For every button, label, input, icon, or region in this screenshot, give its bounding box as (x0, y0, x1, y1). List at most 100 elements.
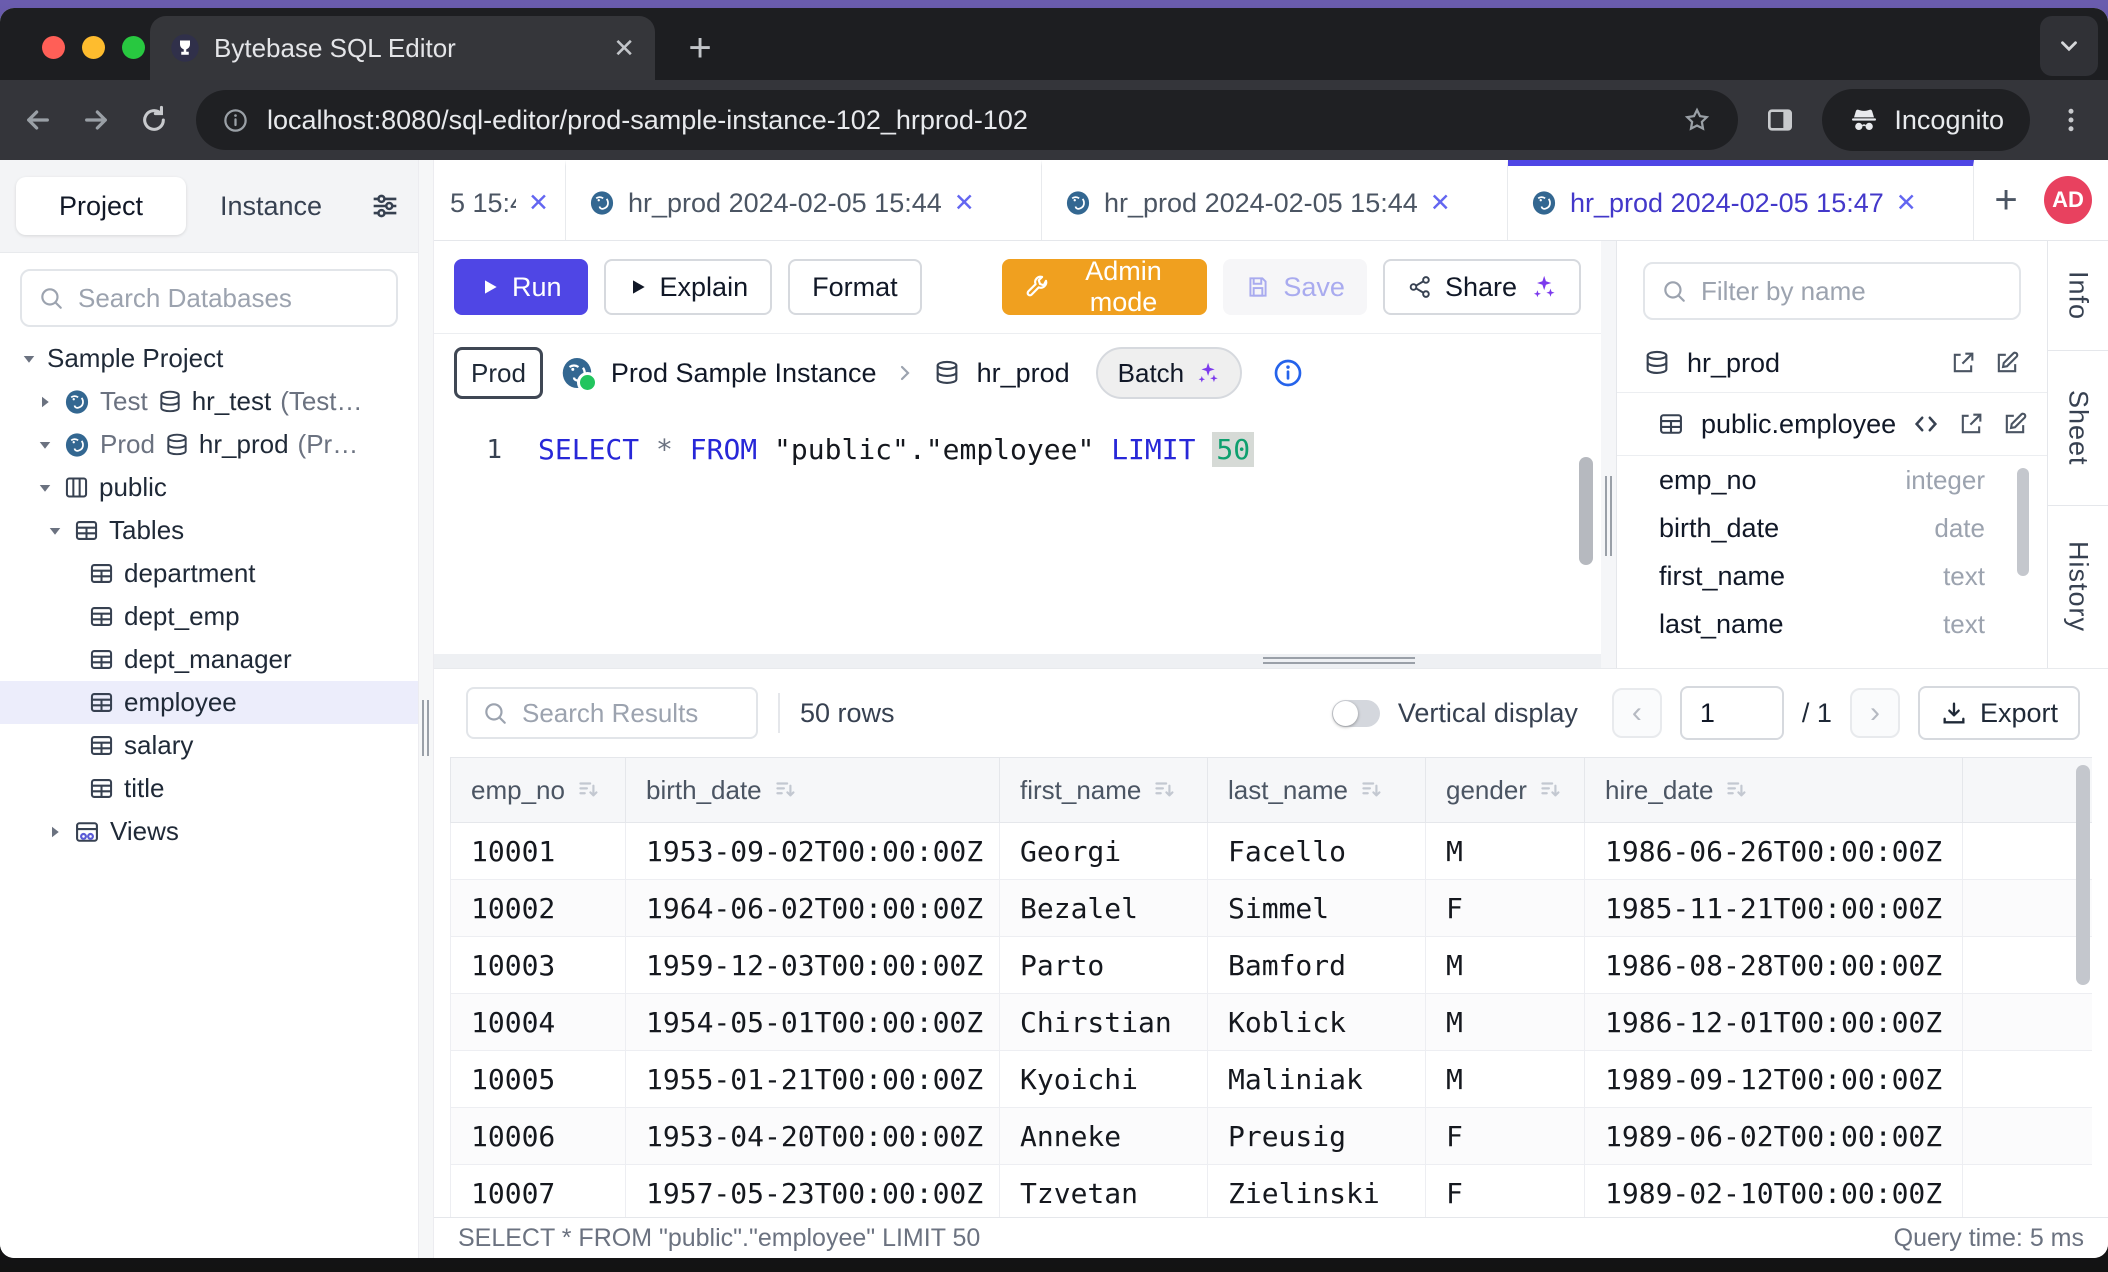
panel-table-row[interactable]: public.employee (1617, 393, 2047, 456)
schema-column-last_name[interactable]: last_nametext (1617, 600, 2047, 648)
caret-down-icon[interactable] (36, 436, 54, 454)
results-search-input[interactable] (520, 697, 742, 730)
tree-group-tables[interactable]: Tables (0, 509, 418, 552)
column-header-hire_date[interactable]: hire_date (1584, 758, 1962, 822)
edit-icon[interactable] (1993, 349, 2021, 377)
browser-menu-icon[interactable] (2056, 105, 2086, 135)
editor-tab-2[interactable]: hr_prod 2024-02-05 15:44 ✕ (566, 160, 1042, 240)
tab-history[interactable]: History (2048, 506, 2108, 668)
new-sheet-button[interactable]: + (1974, 160, 2038, 240)
format-button[interactable]: Format (788, 259, 922, 315)
caret-down-icon[interactable] (36, 479, 54, 497)
editor-scrollbar[interactable] (1579, 457, 1593, 565)
save-button[interactable]: Save (1223, 259, 1367, 315)
sql-code-line[interactable]: SELECT * FROM "public"."employee" LIMIT … (538, 428, 1254, 472)
database-search[interactable] (20, 269, 398, 327)
tab-sheet[interactable]: Sheet (2048, 351, 2108, 506)
sidebar-table-department[interactable]: department (0, 552, 418, 595)
vertical-display-toggle[interactable] (1332, 700, 1380, 727)
results-search[interactable] (466, 687, 758, 739)
sidebar-table-title[interactable]: title (0, 767, 418, 810)
info-circle-icon[interactable] (1272, 357, 1304, 389)
tree-database-hr-prod[interactable]: Prod hr_prod (Pr… (0, 423, 418, 466)
page-input[interactable] (1680, 686, 1784, 740)
results-scrollbar[interactable] (2076, 765, 2090, 985)
schema-filter[interactable] (1643, 262, 2021, 320)
window-zoom-button[interactable] (122, 36, 145, 59)
panel-database-row[interactable]: hr_prod (1617, 334, 2047, 393)
close-icon[interactable]: ✕ (954, 191, 975, 216)
sidebar-table-dept_manager[interactable]: dept_manager (0, 638, 418, 681)
tab-info[interactable]: Info (2048, 241, 2108, 351)
sidebar-table-salary[interactable]: salary (0, 724, 418, 767)
explain-button[interactable]: Explain (604, 259, 773, 315)
column-header-gender[interactable]: gender (1425, 758, 1584, 822)
bookmark-star-icon[interactable] (1682, 105, 1712, 135)
schema-column-birth_date[interactable]: birth_datedate (1617, 504, 2047, 552)
panel-scrollbar[interactable] (2017, 468, 2029, 576)
results-resize-handle[interactable] (434, 654, 1601, 668)
editor-tab-3[interactable]: hr_prod 2024-02-05 15:44 ✕ (1042, 160, 1508, 240)
database-name[interactable]: hr_prod (977, 358, 1070, 389)
query-time: Query time: 5 ms (1894, 1224, 2084, 1253)
database-icon (933, 359, 961, 387)
sidebar-table-employee[interactable]: employee (0, 681, 418, 724)
address-bar[interactable]: localhost:8080/sql-editor/prod-sample-in… (196, 90, 1738, 150)
batch-button[interactable]: Batch (1096, 347, 1243, 399)
schema-column-emp_no[interactable]: emp_nointeger (1617, 456, 2047, 504)
tree-group-views[interactable]: Views (0, 810, 418, 853)
schema-filter-input[interactable] (1699, 275, 2003, 308)
admin-mode-button[interactable]: Admin mode (1002, 259, 1208, 315)
caret-down-icon[interactable] (46, 522, 64, 540)
caret-right-icon[interactable] (46, 823, 64, 841)
editor-tab-1[interactable]: 5 15:44 ✕ (434, 160, 566, 240)
close-icon[interactable]: ✕ (528, 191, 549, 216)
results-body: 100011953-09-02T00:00:00ZGeorgiFacelloM1… (450, 823, 2092, 1217)
browser-tab[interactable]: Bytebase SQL Editor ✕ (150, 16, 655, 80)
database-search-input[interactable] (76, 282, 380, 315)
browser-tab-close-icon[interactable]: ✕ (613, 35, 635, 61)
tree-database-hr-test[interactable]: Test hr_test (Test… (0, 380, 418, 423)
back-icon[interactable] (22, 104, 54, 136)
external-link-icon[interactable] (1957, 410, 1985, 438)
export-button[interactable]: Export (1918, 686, 2080, 740)
instance-name[interactable]: Prod Sample Instance (611, 358, 877, 389)
panel-resize-handle[interactable] (1601, 241, 1616, 668)
schema-column-first_name[interactable]: first_nametext (1617, 552, 2047, 600)
close-icon[interactable]: ✕ (1896, 191, 1917, 216)
site-info-icon[interactable] (222, 107, 249, 134)
reload-icon[interactable] (138, 104, 170, 136)
column-header-first_name[interactable]: first_name (999, 758, 1207, 822)
sidebar-resize-handle[interactable] (418, 160, 434, 1258)
column-header-last_name[interactable]: last_name (1207, 758, 1425, 822)
prev-page-button[interactable]: ‹ (1612, 688, 1662, 738)
tree-project[interactable]: Sample Project (0, 337, 418, 380)
tab-search-button[interactable] (2040, 16, 2098, 76)
run-button[interactable]: Run (454, 259, 588, 315)
sql-editor[interactable]: 1 SELECT * FROM "public"."employee" LIMI… (434, 412, 1601, 654)
window-minimize-button[interactable] (82, 36, 105, 59)
share-button[interactable]: Share (1383, 259, 1581, 315)
column-header-birth_date[interactable]: birth_date (625, 758, 999, 822)
column-header-emp_no[interactable]: emp_no (450, 758, 625, 822)
tab-instance[interactable]: Instance (190, 177, 352, 235)
new-tab-button[interactable]: + (678, 28, 722, 68)
edit-icon[interactable] (2001, 410, 2029, 438)
caret-down-icon[interactable] (20, 350, 38, 368)
close-icon[interactable]: ✕ (1430, 191, 1451, 216)
tree-schema-public[interactable]: public (0, 466, 418, 509)
views-icon (73, 818, 101, 846)
database-icon (157, 389, 183, 415)
code-icon[interactable] (1911, 409, 1941, 439)
next-page-button[interactable]: › (1850, 688, 1900, 738)
window-close-button[interactable] (42, 36, 65, 59)
sidebar-table-dept_emp[interactable]: dept_emp (0, 595, 418, 638)
forward-icon[interactable] (80, 104, 112, 136)
tab-project[interactable]: Project (16, 177, 186, 235)
caret-right-icon[interactable] (36, 393, 54, 411)
side-panel-icon[interactable] (1764, 104, 1796, 136)
user-avatar[interactable]: AD (2044, 176, 2092, 224)
external-link-icon[interactable] (1949, 349, 1977, 377)
editor-tab-4-active[interactable]: hr_prod 2024-02-05 15:47 ✕ (1508, 160, 1974, 240)
sidebar-filter-icon[interactable] (368, 189, 402, 223)
